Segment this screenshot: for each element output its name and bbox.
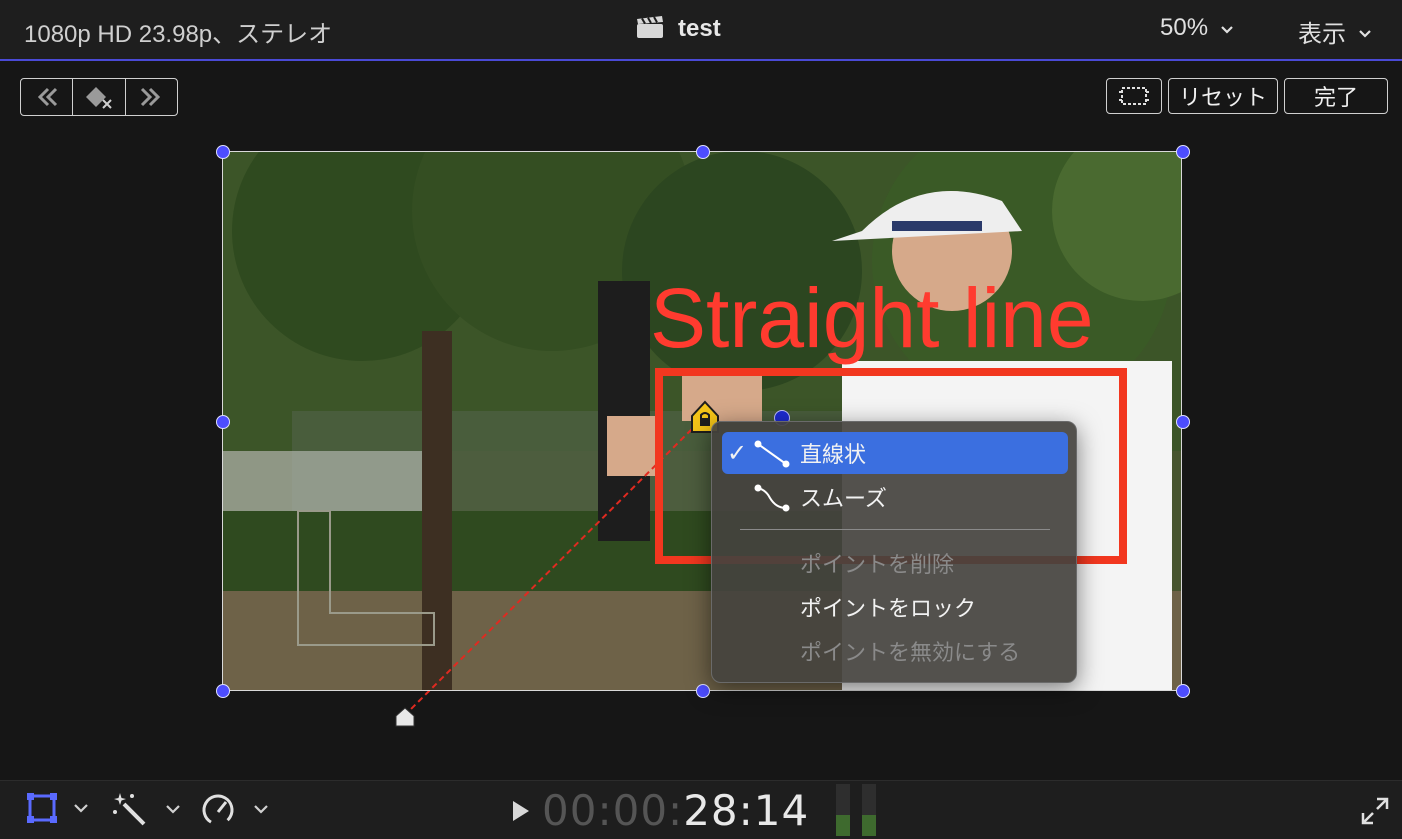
keyframe-start-icon[interactable]: [394, 706, 416, 728]
chevron-down-icon: [166, 805, 180, 814]
handle-middle-left[interactable]: [216, 415, 230, 429]
menu-item-label: スムーズ: [800, 486, 887, 511]
audio-meter-right: [862, 784, 876, 836]
enhancements-menu[interactable]: [112, 792, 184, 826]
handle-bottom-right[interactable]: [1176, 684, 1190, 698]
transform-icon: [27, 793, 57, 823]
menu-item-smooth[interactable]: スムーズ: [722, 476, 1068, 518]
keyframe-context-menu: ✓ 直線状 スムーズ ポイントを削除 ポイントをロック ポイントを無効にする: [711, 421, 1077, 683]
menu-item-label: 直線状: [800, 442, 867, 467]
menu-item-delete-point[interactable]: ポイントを削除: [722, 542, 1068, 584]
menu-item-linear[interactable]: ✓ 直線状: [722, 432, 1068, 474]
speedometer-icon: [202, 794, 234, 826]
menu-item-label: ポイントを削除: [800, 552, 955, 577]
handle-top-center[interactable]: [696, 145, 710, 159]
menu-item-disable-point[interactable]: ポイントを無効にする: [722, 630, 1068, 672]
menu-item-label: ポイントを無効にする: [800, 640, 1021, 665]
handle-middle-right[interactable]: [1176, 415, 1190, 429]
menu-separator: [740, 529, 1050, 530]
audio-meter-left: [836, 784, 850, 836]
smooth-curve-icon: [752, 482, 800, 512]
transform-tool-menu[interactable]: [26, 792, 92, 824]
handle-top-left[interactable]: [216, 145, 230, 159]
fullscreen-icon[interactable]: [1360, 796, 1390, 826]
checkmark-icon: ✓: [726, 439, 748, 467]
retime-menu[interactable]: [200, 792, 272, 826]
play-icon[interactable]: [510, 798, 532, 824]
linear-curve-icon: [752, 438, 800, 468]
handle-bottom-left[interactable]: [216, 684, 230, 698]
chevron-down-icon: [254, 805, 268, 814]
handle-top-right[interactable]: [1176, 145, 1190, 159]
timecode-hours-minutes: 00:00:: [542, 786, 684, 835]
menu-item-label: ポイントをロック: [800, 596, 977, 621]
chevron-down-icon: [74, 804, 88, 813]
timecode-display: 00:00:28:14: [542, 786, 809, 835]
timecode-seconds-frames: 28:14: [683, 786, 810, 835]
annotation-label: Straight line: [650, 271, 1094, 365]
menu-item-lock-point[interactable]: ポイントをロック: [722, 586, 1068, 628]
magic-wand-icon: [113, 793, 146, 826]
handle-bottom-center[interactable]: [696, 684, 710, 698]
